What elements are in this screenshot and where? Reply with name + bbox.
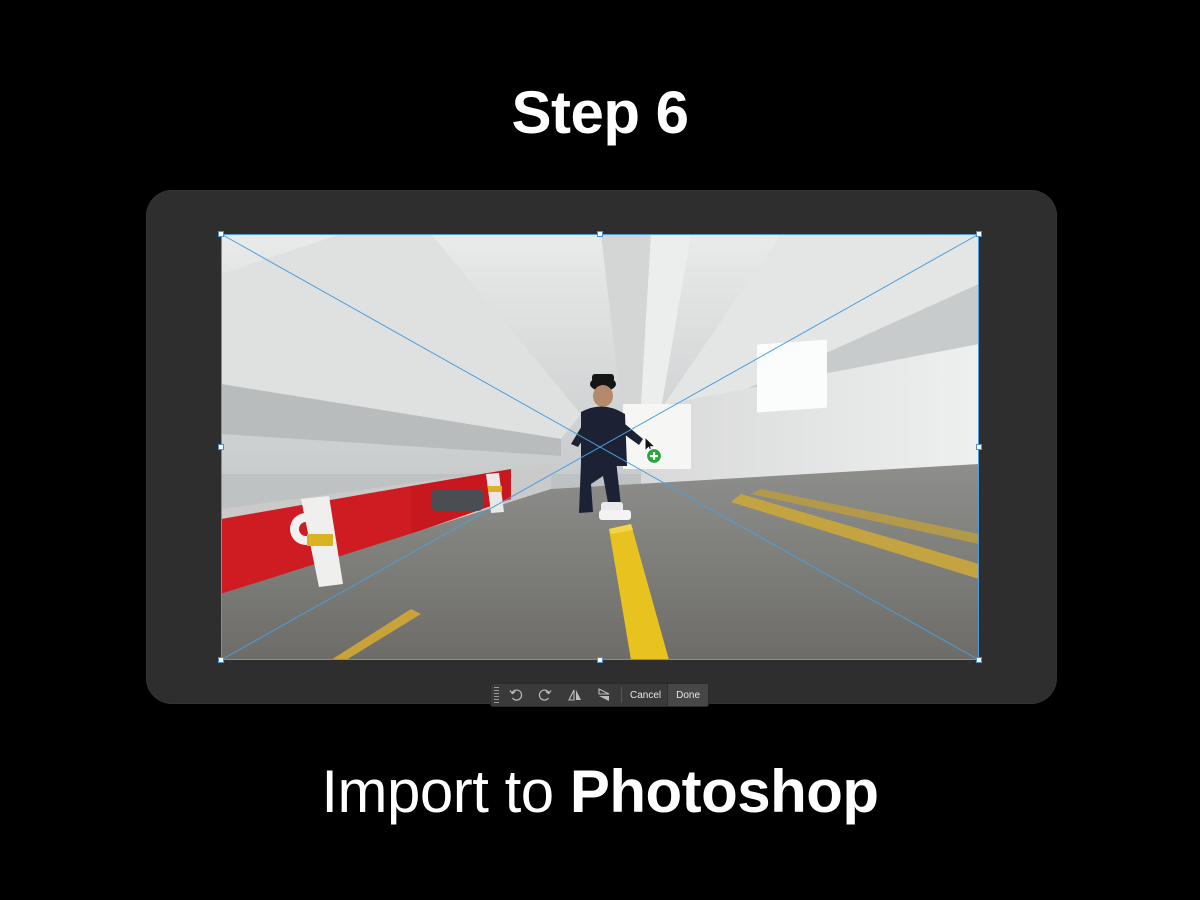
transform-handle-middle-right[interactable]	[976, 444, 982, 450]
step-title: Step 6	[511, 79, 689, 146]
toolbar-divider	[621, 687, 622, 703]
done-button[interactable]: Done	[667, 684, 709, 706]
transform-handle-top-left[interactable]	[218, 231, 224, 237]
flip-vertical-icon[interactable]	[589, 684, 619, 706]
garage-photo	[221, 234, 979, 660]
transform-handle-middle-left[interactable]	[218, 444, 224, 450]
caption-emphasis: Photoshop	[569, 758, 879, 825]
photo-canvas[interactable]	[221, 234, 979, 660]
transform-handle-bottom-center[interactable]	[597, 657, 603, 663]
caption-prefix: Import to	[321, 758, 554, 825]
caption: Import to Photoshop	[0, 752, 1200, 832]
cancel-button[interactable]: Cancel	[624, 684, 667, 706]
rotate-left-icon[interactable]	[501, 684, 531, 706]
grip-icon[interactable]	[493, 686, 501, 704]
transform-toolbar: Cancel Done	[491, 684, 709, 706]
flip-horizontal-icon[interactable]	[560, 684, 590, 706]
transform-handle-bottom-left[interactable]	[218, 657, 224, 663]
transform-handle-bottom-right[interactable]	[976, 657, 982, 663]
transform-handle-top-right[interactable]	[976, 231, 982, 237]
plus-cursor-icon	[644, 435, 666, 466]
rotate-right-icon[interactable]	[530, 684, 560, 706]
transform-handle-top-center[interactable]	[597, 231, 603, 237]
